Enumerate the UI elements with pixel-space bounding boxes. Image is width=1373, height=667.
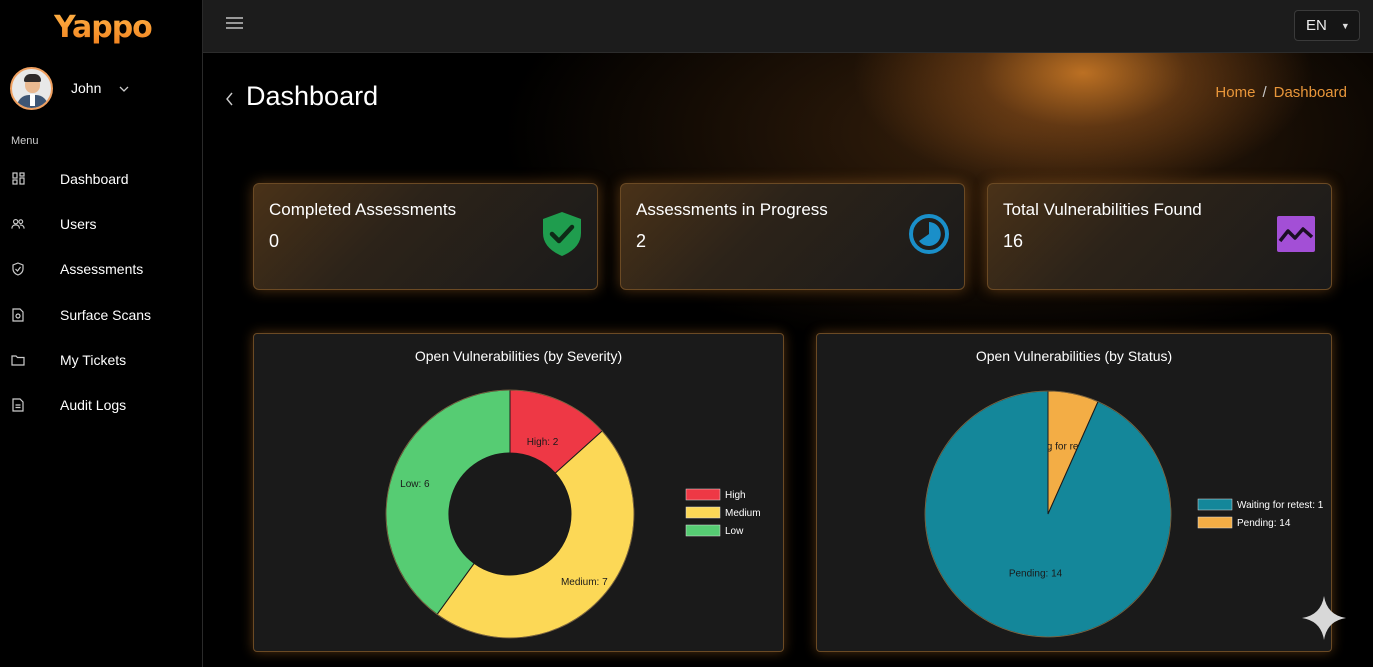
sidebar-item-dashboard[interactable]: Dashboard bbox=[0, 156, 202, 201]
chart-card-severity: Open Vulnerabilities (by Severity) High:… bbox=[253, 333, 784, 652]
progress-clock-icon bbox=[908, 211, 950, 257]
breadcrumb: Home / Dashboard bbox=[1215, 84, 1347, 101]
stat-card-in-progress: Assessments in Progress 2 bbox=[620, 183, 965, 290]
legend-swatch bbox=[685, 506, 721, 519]
chart-card-status: Open Vulnerabilities (by Status) Waiting… bbox=[816, 333, 1332, 652]
language-select[interactable]: EN ▼ bbox=[1294, 10, 1360, 41]
main-content: Dashboard Home / Dashboard Completed Asses… bbox=[203, 53, 1373, 667]
page-title: Dashboard bbox=[246, 81, 379, 111]
slice-label: Medium: 7 bbox=[561, 577, 608, 588]
sidebar-item-audit-logs[interactable]: Audit Logs bbox=[0, 382, 202, 427]
status-pie-chart: Waiting for retest: 1Pending: 14Waiting … bbox=[924, 390, 1324, 638]
stat-value: 16 bbox=[1003, 231, 1024, 251]
sidebar-item-label: Assessments bbox=[60, 261, 144, 278]
legend-swatch bbox=[685, 524, 721, 537]
legend-label: Low bbox=[725, 526, 744, 537]
shield-check-icon bbox=[541, 211, 583, 257]
stat-title: Total Vulnerabilities Found bbox=[1003, 200, 1202, 219]
shield-icon bbox=[11, 262, 25, 276]
sidebar-item-label: My Tickets bbox=[60, 351, 127, 368]
chart-wave-icon bbox=[1275, 211, 1317, 257]
legend-label: Pending: 14 bbox=[1237, 518, 1291, 529]
stat-card-vulnerabilities: Total Vulnerabilities Found 16 bbox=[987, 183, 1332, 290]
back-chevron-icon[interactable] bbox=[225, 89, 234, 112]
sidebar-item-my-tickets[interactable]: My Tickets bbox=[0, 337, 202, 382]
sidebar-nav: Dashboard Users Assessments Surface Scan… bbox=[0, 156, 202, 428]
sidebar-item-assessments[interactable]: Assessments bbox=[0, 247, 202, 292]
legend-swatch bbox=[1197, 498, 1233, 511]
pie-slice-pending[interactable] bbox=[924, 390, 1172, 638]
users-icon bbox=[11, 217, 25, 231]
sidebar-item-label: Audit Logs bbox=[60, 397, 127, 414]
slice-label: Pending: 14 bbox=[1009, 569, 1063, 580]
file-scan-icon bbox=[11, 307, 25, 322]
legend-label: High bbox=[725, 490, 746, 501]
breadcrumb-home[interactable]: Home bbox=[1215, 84, 1255, 101]
sidebar-item-label: Dashboard bbox=[60, 170, 129, 187]
avatar bbox=[10, 66, 53, 110]
chevron-down-icon[interactable] bbox=[119, 81, 129, 95]
sidebar-item-label: Surface Scans bbox=[60, 306, 152, 323]
severity-donut-chart: High: 2 Medium: 7 Low: 6 High Medium Low bbox=[385, 389, 761, 639]
legend-swatch bbox=[685, 488, 721, 501]
slice-label: Low: 6 bbox=[400, 479, 430, 490]
stat-title: Completed Assessments bbox=[269, 200, 457, 219]
stat-card-completed: Completed Assessments 0 bbox=[253, 183, 598, 290]
user-name: John bbox=[71, 80, 102, 96]
stat-value: 2 bbox=[636, 231, 647, 251]
legend-label: Waiting for retest: 1 bbox=[1237, 500, 1324, 511]
sidebar-item-users[interactable]: Users bbox=[0, 201, 202, 246]
caret-down-icon: ▼ bbox=[1340, 20, 1350, 31]
sparkle-icon[interactable] bbox=[1300, 594, 1348, 642]
folder-icon bbox=[11, 353, 25, 367]
user-menu[interactable]: John bbox=[10, 66, 200, 110]
sidebar-item-label: Users bbox=[60, 215, 97, 232]
donut-hole bbox=[449, 453, 571, 575]
stat-title: Assessments in Progress bbox=[636, 200, 828, 219]
language-value: EN bbox=[1306, 17, 1327, 34]
slice-label: High: 2 bbox=[527, 437, 559, 448]
breadcrumb-current: Dashboard bbox=[1273, 84, 1347, 101]
sidebar-item-surface-scans[interactable]: Surface Scans bbox=[0, 292, 202, 337]
menu-section-label: Menu bbox=[11, 135, 39, 147]
document-icon bbox=[11, 398, 25, 412]
legend-swatch bbox=[1197, 516, 1233, 529]
legend-label: Medium bbox=[725, 508, 761, 519]
hamburger-menu-icon[interactable] bbox=[226, 17, 243, 31]
stat-value: 0 bbox=[269, 231, 280, 251]
sidebar: Yappo John Menu Dashboard Users Assessme… bbox=[0, 0, 203, 667]
topbar: EN ▼ bbox=[203, 0, 1373, 53]
brand-logo[interactable]: Yappo bbox=[54, 10, 153, 50]
dashboard-icon bbox=[11, 172, 25, 186]
